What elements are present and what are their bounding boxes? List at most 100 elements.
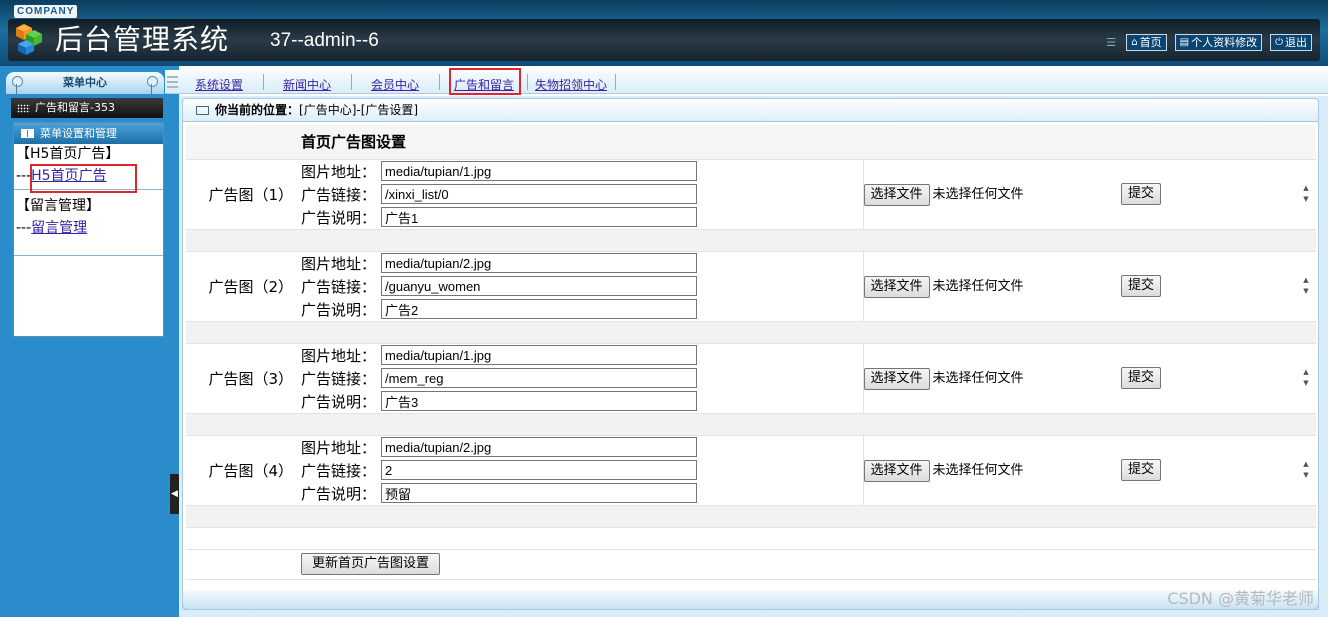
ad-desc-label: 广告说明：	[301, 392, 377, 411]
grid-icon	[17, 104, 30, 113]
submit-cell: 提交	[1121, 343, 1293, 414]
spin-cell: ▲ ▼	[1293, 159, 1316, 230]
ad-row: 广告图（1） 图片地址： 广告链接： 广告说明： 选择文件未选择任何文件 提交 …	[186, 159, 1316, 230]
divider	[14, 255, 163, 256]
ad-link-input[interactable]	[381, 460, 697, 480]
ad-link-input[interactable]	[381, 368, 697, 388]
home-icon: ⌂	[1131, 37, 1138, 48]
menu-center-label: 菜单中心	[63, 76, 107, 89]
update-cell: 更新首页广告图设置	[186, 549, 1316, 580]
breadcrumb: 你当前的位置：[广告中心]-[广告设置]	[182, 98, 1319, 122]
ad-fields: 图片地址： 广告链接： 广告说明：	[301, 251, 864, 322]
spin-cell: ▲ ▼	[1293, 251, 1316, 322]
ad-row: 广告图（2） 图片地址： 广告链接： 广告说明： 选择文件未选择任何文件 提交 …	[186, 251, 1316, 322]
image-url-input[interactable]	[381, 161, 697, 181]
ad-desc-label: 广告说明：	[301, 208, 377, 227]
image-url-label: 图片地址：	[301, 346, 377, 365]
spacer-row	[186, 321, 1316, 344]
submit-button[interactable]: 提交	[1121, 183, 1162, 205]
image-url-label: 图片地址：	[301, 254, 377, 273]
spinner-icon[interactable]: ▲ ▼	[1300, 183, 1312, 205]
top-nav: 系统设置 新闻中心 会员中心 广告和留言 失物招领中心	[165, 70, 1328, 94]
ad-row: 广告图（4） 图片地址： 广告链接： 广告说明： 选择文件未选择任何文件 提交 …	[186, 435, 1316, 506]
menu-panel: 菜单设置和管理 【H5首页广告】 ---H5首页广告 【留言管理】 ---留言管…	[13, 122, 164, 337]
submit-button[interactable]: 提交	[1121, 275, 1162, 297]
menu-group-title: 【H5首页广告】	[16, 146, 120, 162]
app-title: 后台管理系统	[55, 23, 230, 56]
choose-file-button[interactable]: 选择文件	[863, 183, 930, 206]
submit-button[interactable]: 提交	[1121, 459, 1162, 481]
image-url-input[interactable]	[381, 345, 697, 365]
spacer-row	[186, 229, 1316, 252]
document-icon: ▤	[1179, 37, 1190, 48]
tab-separator	[615, 74, 616, 90]
file-cell: 选择文件 未选择任何文件	[863, 251, 1121, 322]
home-link-label: 首页	[1139, 36, 1162, 49]
logout-link[interactable]: ⏻ 退出	[1270, 34, 1312, 51]
menu-panel-title: 菜单设置和管理	[40, 127, 117, 140]
pin-icon	[147, 76, 158, 94]
tab-news-center[interactable]: 新闻中心	[283, 76, 331, 93]
choose-file-button[interactable]: 选择文件	[863, 459, 930, 482]
spacer-row	[186, 413, 1316, 436]
choose-file-button[interactable]: 选择文件	[863, 275, 930, 298]
spinner-icon[interactable]: ▲ ▼	[1300, 275, 1312, 297]
spinner-icon[interactable]: ▲ ▼	[1300, 459, 1312, 481]
sidebar: 菜单中心 广告和留言-353 菜单设置和管理 【H5首页广告】 ---H5首页广…	[0, 66, 179, 617]
menu-group-title: 【留言管理】	[16, 198, 100, 214]
content-footer	[182, 590, 1319, 610]
ad-link-label: 广告链接：	[301, 369, 377, 388]
main-frame: 首页广告图设置 广告图（1） 图片地址： 广告链接： 广告说明： 选择文件未选择…	[182, 122, 1319, 610]
app-header: COMPANY 后台管理系统 37--admin--6 ☰ ⌂ 首页 ▤ 个人资…	[0, 0, 1328, 66]
ad-fields: 图片地址： 广告链接： 广告说明：	[301, 343, 864, 414]
file-status: 未选择任何文件	[932, 278, 1024, 294]
menu-link-prefix: ---	[16, 168, 32, 184]
submit-button[interactable]: 提交	[1121, 367, 1162, 389]
tab-member-center[interactable]: 会员中心	[371, 76, 419, 93]
company-badge: COMPANY	[14, 5, 78, 18]
choose-file-button[interactable]: 选择文件	[863, 367, 930, 390]
collapse-sidebar-handle[interactable]: ◀	[170, 474, 179, 514]
list-icon: ☰	[1106, 35, 1117, 49]
ad-fields: 图片地址： 广告链接： 广告说明：	[301, 159, 864, 230]
image-url-input[interactable]	[381, 437, 697, 457]
power-icon: ⏻	[1275, 37, 1283, 48]
user-info: 37--admin--6	[270, 30, 379, 51]
tab-separator	[263, 74, 264, 90]
ad-desc-input[interactable]	[381, 391, 697, 411]
spacer-row	[186, 527, 1316, 550]
file-cell: 选择文件 未选择任何文件	[863, 435, 1121, 506]
spin-cell: ▲ ▼	[1293, 343, 1316, 414]
home-link[interactable]: ⌂ 首页	[1126, 34, 1167, 51]
ad-link-input[interactable]	[381, 276, 697, 296]
ad-label: 广告图（4）	[186, 435, 301, 506]
watermark: CSDN @黄菊华老师	[1167, 589, 1314, 608]
ad-link-label: 广告链接：	[301, 461, 377, 480]
form-title: 首页广告图设置	[186, 125, 1316, 160]
tab-lost-found[interactable]: 失物招领中心	[535, 76, 607, 93]
form-title-row: 首页广告图设置	[186, 125, 1316, 160]
ad-desc-input[interactable]	[381, 299, 697, 319]
file-cell: 选择文件 未选择任何文件	[863, 343, 1121, 414]
breadcrumb-path: [广告中心]-[广告设置]	[299, 103, 419, 117]
highlight-box	[449, 68, 521, 95]
file-status: 未选择任何文件	[932, 370, 1024, 386]
file-cell: 选择文件 未选择任何文件	[863, 159, 1121, 230]
ad-link-input[interactable]	[381, 184, 697, 204]
profile-edit-label: 个人资料修改	[1191, 36, 1258, 49]
profile-edit-link[interactable]: ▤ 个人资料修改	[1174, 34, 1263, 51]
ad-desc-input[interactable]	[381, 483, 697, 503]
image-url-label: 图片地址：	[301, 162, 377, 181]
ad-desc-input[interactable]	[381, 207, 697, 227]
sidebar-link-messages[interactable]: 留言管理	[31, 220, 87, 236]
tab-system-settings[interactable]: 系统设置	[195, 76, 243, 93]
image-url-input[interactable]	[381, 253, 697, 273]
spinner-icon[interactable]: ▲ ▼	[1300, 367, 1312, 389]
book-icon	[196, 106, 209, 115]
sidebar-section-title: 广告和留言-353	[11, 98, 163, 118]
tab-separator	[439, 74, 440, 90]
update-ad-settings-button[interactable]: 更新首页广告图设置	[301, 553, 441, 575]
ad-settings-form: 首页广告图设置 广告图（1） 图片地址： 广告链接： 广告说明： 选择文件未选择…	[186, 125, 1316, 580]
file-status: 未选择任何文件	[932, 186, 1024, 202]
ad-desc-label: 广告说明：	[301, 484, 377, 503]
